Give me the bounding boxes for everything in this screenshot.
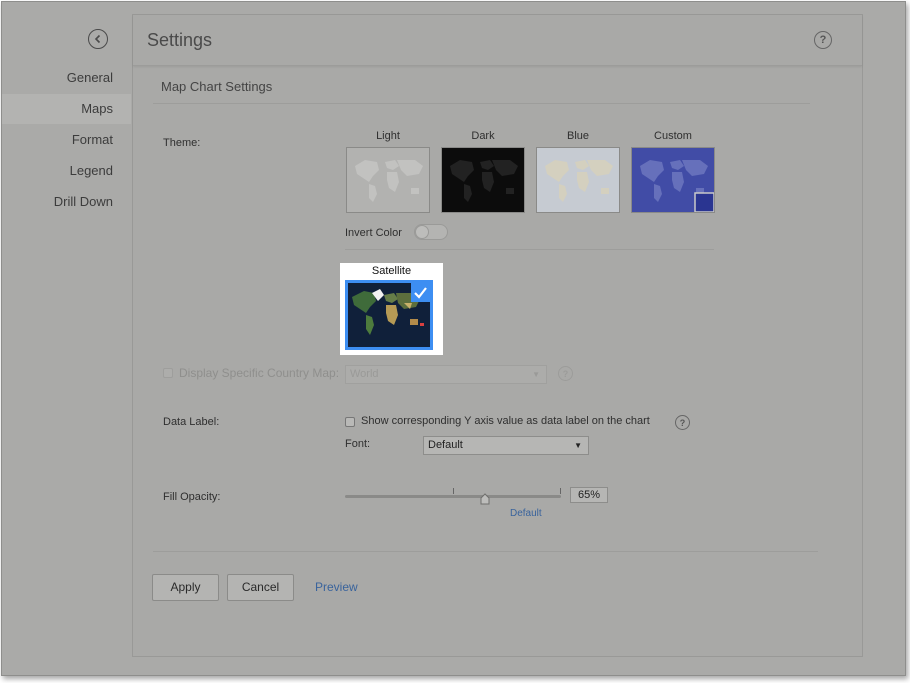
- theme-divider: [345, 249, 714, 250]
- country-map-select[interactable]: World ▼: [345, 365, 547, 384]
- panel-header: Settings ?: [133, 15, 862, 66]
- app-window: General Maps Format Legend Drill Down Se…: [1, 1, 906, 676]
- country-map-checkbox[interactable]: [163, 368, 173, 378]
- world-map-icon: [640, 160, 714, 212]
- world-map-icon: [545, 160, 613, 202]
- custom-color-swatch[interactable]: [694, 192, 714, 212]
- data-label-label: Data Label:: [163, 416, 220, 428]
- data-label-checkbox-text: Show corresponding Y axis value as data …: [361, 415, 650, 427]
- theme-option-custom[interactable]: [631, 147, 715, 213]
- slider-tick: [560, 488, 561, 494]
- theme-option-light[interactable]: [346, 147, 430, 213]
- theme-name-satellite: Satellite: [371, 265, 412, 277]
- toggle-knob: [415, 225, 429, 239]
- invert-color-label: Invert Color: [345, 227, 402, 239]
- sidebar-item-format[interactable]: Format: [2, 125, 131, 155]
- section-title: Map Chart Settings: [161, 79, 273, 94]
- sidebar-item-label: Format: [71, 132, 113, 147]
- sidebar-item-maps[interactable]: Maps: [2, 94, 131, 124]
- slider-tick: [453, 488, 454, 494]
- sidebar-item-drill-down[interactable]: Drill Down: [2, 187, 131, 217]
- help-icon[interactable]: ?: [814, 31, 832, 49]
- sidebar-item-label: Drill Down: [53, 194, 113, 209]
- theme-name-custom: Custom: [654, 130, 692, 142]
- satellite-theme-card: Satellite: [340, 263, 443, 355]
- chevron-left-icon: [94, 34, 101, 44]
- theme-name-blue: Blue: [566, 130, 590, 142]
- default-link[interactable]: Default: [510, 508, 542, 519]
- data-label-checkbox[interactable]: [345, 417, 355, 427]
- help-icon[interactable]: ?: [558, 366, 573, 381]
- section-divider: [153, 103, 810, 104]
- slider-thumb[interactable]: [480, 492, 490, 505]
- theme-name-dark: Dark: [471, 130, 495, 142]
- fill-opacity-value[interactable]: 65%: [570, 487, 608, 503]
- world-map-icon: [355, 160, 423, 202]
- world-map-icon: [450, 160, 518, 202]
- country-map-label: Display Specific Country Map:: [179, 366, 340, 380]
- checkmark-icon: [414, 287, 427, 299]
- font-value: Default: [428, 439, 463, 451]
- font-label: Font:: [345, 438, 371, 450]
- footer-divider: [153, 551, 818, 552]
- theme-name-light: Light: [376, 130, 400, 142]
- slider-handle-icon: [480, 493, 490, 505]
- sidebar-item-label: Maps: [81, 101, 113, 116]
- help-icon[interactable]: ?: [675, 415, 690, 430]
- page-title: Settings: [147, 30, 213, 50]
- sidebar-item-label: General: [66, 70, 113, 85]
- invert-color-toggle[interactable]: [414, 224, 448, 240]
- settings-panel: Settings ? Map Chart Settings Theme: Lig…: [132, 14, 863, 657]
- theme-option-blue[interactable]: [536, 147, 620, 213]
- theme-option-satellite[interactable]: [345, 280, 433, 350]
- font-select[interactable]: Default ▼: [423, 436, 589, 455]
- cancel-button[interactable]: Cancel: [227, 574, 294, 601]
- fill-opacity-slider[interactable]: [345, 495, 561, 498]
- preview-link[interactable]: Preview: [315, 580, 358, 594]
- back-button[interactable]: [88, 29, 108, 49]
- sidebar-item-legend[interactable]: Legend: [2, 156, 131, 186]
- selected-check: [411, 283, 430, 302]
- theme-label: Theme:: [163, 137, 201, 149]
- sidebar-item-label: Legend: [69, 163, 113, 178]
- country-map-value: World: [350, 368, 379, 380]
- caret-down-icon: ▼: [532, 370, 540, 379]
- sidebar-item-general[interactable]: General: [2, 63, 131, 93]
- theme-option-dark[interactable]: [441, 147, 525, 213]
- caret-down-icon: ▼: [574, 441, 582, 450]
- apply-button[interactable]: Apply: [152, 574, 219, 601]
- fill-opacity-label: Fill Opacity:: [163, 491, 221, 503]
